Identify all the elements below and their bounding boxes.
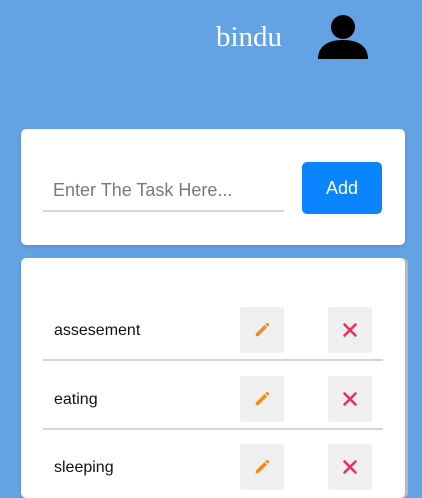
task-input-card: Add xyxy=(21,129,405,245)
close-icon xyxy=(343,460,357,474)
pencil-icon xyxy=(255,322,270,337)
delete-task-button[interactable] xyxy=(328,376,372,422)
edit-task-button[interactable] xyxy=(240,376,284,422)
add-task-button[interactable]: Add xyxy=(302,162,382,214)
task-list: assesement eating sleeping xyxy=(21,258,405,498)
row-divider xyxy=(43,359,383,361)
user-avatar-icon[interactable] xyxy=(316,13,370,61)
pencil-icon xyxy=(255,459,270,474)
task-row: assesement xyxy=(43,307,383,361)
task-label: assesement xyxy=(54,322,141,339)
task-label: sleeping xyxy=(54,459,114,476)
delete-task-button[interactable] xyxy=(328,307,372,353)
delete-task-button[interactable] xyxy=(328,444,372,490)
edit-task-button[interactable] xyxy=(240,444,284,490)
app-header: bindu xyxy=(0,0,422,80)
task-row: sleeping xyxy=(43,444,383,494)
task-label: eating xyxy=(54,391,98,408)
task-row: eating xyxy=(43,376,383,430)
close-icon xyxy=(343,323,357,337)
close-icon xyxy=(343,392,357,406)
edit-task-button[interactable] xyxy=(240,307,284,353)
pencil-icon xyxy=(255,391,270,406)
task-input[interactable] xyxy=(43,170,284,212)
row-divider xyxy=(43,428,383,430)
username: bindu xyxy=(216,21,283,53)
